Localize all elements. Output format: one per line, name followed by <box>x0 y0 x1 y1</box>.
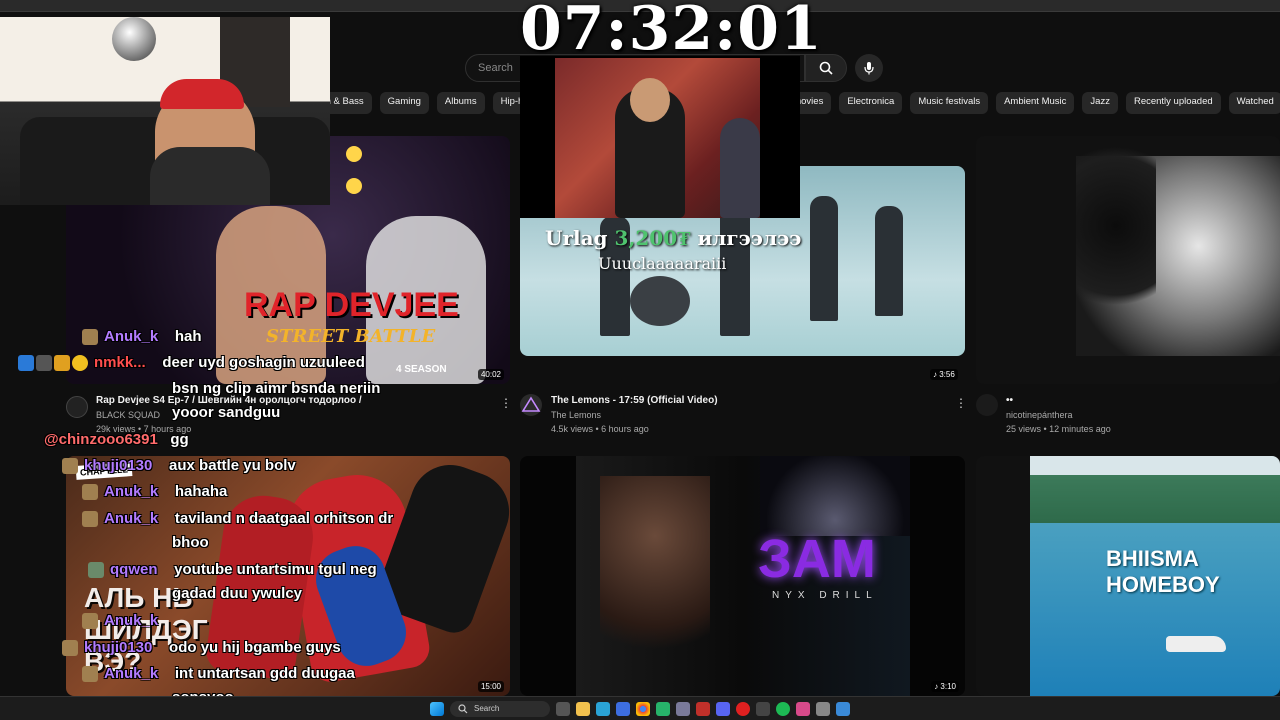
edge-icon[interactable] <box>596 701 610 716</box>
windows-taskbar: Search <box>0 696 1280 720</box>
video-duration: ♪ 3:56 <box>930 369 958 380</box>
webcam-overlay <box>0 17 330 205</box>
chip[interactable]: Gaming <box>379 92 429 114</box>
thumbnail-title-text: BHIISMA HOMEBOY <box>1106 546 1220 597</box>
voice-search-button[interactable] <box>855 54 883 82</box>
video-title[interactable]: The Lemons - 17:59 (Official Video) <box>551 395 718 406</box>
thumbnail-title-text: RAP DEVJEE <box>244 286 459 324</box>
app-icon[interactable] <box>656 701 670 716</box>
video-duration: 40:02 <box>477 369 504 380</box>
video-meta: 25 views • 12 minutes ago <box>1006 424 1111 434</box>
opera-icon[interactable] <box>736 701 750 716</box>
channel-name[interactable]: nicotinepánthera <box>1006 410 1073 420</box>
donation-alert: Urlag 3,200₮ илгээлээ <box>545 226 802 250</box>
channel-avatar[interactable] <box>66 396 88 418</box>
video-title[interactable]: •• <box>1006 395 1013 406</box>
more-options-icon[interactable]: ⋮ <box>500 396 512 410</box>
more-options-icon[interactable]: ⋮ <box>955 396 967 410</box>
file-explorer-icon[interactable] <box>576 701 590 716</box>
app-icon[interactable] <box>836 701 850 716</box>
video-meta: 29k views • 7 hours ago <box>96 424 192 434</box>
microphone-icon <box>864 62 874 75</box>
video-title[interactable]: Rap Devjee S4 Ep-7 / Шевгийн 4н оролцогч… <box>96 395 362 406</box>
channel-name[interactable]: The Lemons <box>551 410 601 420</box>
spotify-icon[interactable] <box>776 701 790 716</box>
video-thumbnail[interactable]: BHIISMA HOMEBOY <box>976 456 1280 696</box>
search-icon <box>458 703 468 713</box>
thumbnail-subtitle-text: STREET BATTLE <box>266 326 436 347</box>
app-icon[interactable] <box>676 701 690 716</box>
chip[interactable]: Music festivals <box>910 92 989 114</box>
donation-message: Uuuclaaaaaraiii <box>598 254 727 273</box>
video-thumbnail[interactable]: CHAPTELL АЛЬ НЬ ШИЛДЭГ ВЭ? 15:00 <box>66 456 510 696</box>
windows-start-icon[interactable] <box>430 701 444 716</box>
thumbnail-title-text: АЛЬ НЬ ШИЛДЭГ ВЭ? <box>84 582 208 677</box>
taskbar-search[interactable]: Search <box>450 700 550 717</box>
video-meta: 4.5k views • 6 hours ago <box>551 424 649 434</box>
screen: { "clock": "07:32:01", "search": {"place… <box>0 0 1280 720</box>
app-icon[interactable] <box>756 701 770 716</box>
chat-message: yooor sandguu <box>172 404 281 421</box>
thumbnail-badge: CHAPTELL <box>75 462 133 480</box>
task-view-icon[interactable] <box>556 701 570 716</box>
app-icon[interactable] <box>696 701 710 716</box>
thumbnail-subtitle-text: NYX DRILL <box>772 590 878 601</box>
triangle-logo-icon <box>521 396 541 412</box>
channel-avatar[interactable] <box>976 394 998 416</box>
video-duration: ♪ 3:10 <box>931 681 959 692</box>
thumbnail-title-text: ЗАМ <box>758 529 876 589</box>
stream-clock: 07:32:01 <box>520 0 823 64</box>
channel-avatar[interactable] <box>520 394 542 416</box>
app-icon[interactable] <box>796 701 810 716</box>
chip[interactable]: Recently uploaded <box>1125 92 1221 114</box>
app-icon[interactable] <box>816 701 830 716</box>
video-thumbnail[interactable] <box>976 136 1280 384</box>
video-duration: 15:00 <box>477 681 504 692</box>
thumbnail-season-text: 4 SEASON <box>396 364 447 375</box>
channel-name[interactable]: BLACK SQUAD <box>96 410 160 420</box>
chip[interactable]: Watched <box>1228 92 1280 114</box>
chrome-icon[interactable] <box>636 701 650 716</box>
overlay-video <box>555 58 760 218</box>
discord-icon[interactable] <box>716 701 730 716</box>
chip[interactable]: Electronica <box>839 92 903 114</box>
chip[interactable]: Ambient Music <box>996 92 1075 114</box>
chip[interactable]: Albums <box>436 92 485 114</box>
store-icon[interactable] <box>616 701 630 716</box>
chip[interactable]: Jazz <box>1082 92 1118 114</box>
video-thumbnail[interactable]: ЗАМ NYX DRILL ♪ 3:10 <box>520 456 965 696</box>
